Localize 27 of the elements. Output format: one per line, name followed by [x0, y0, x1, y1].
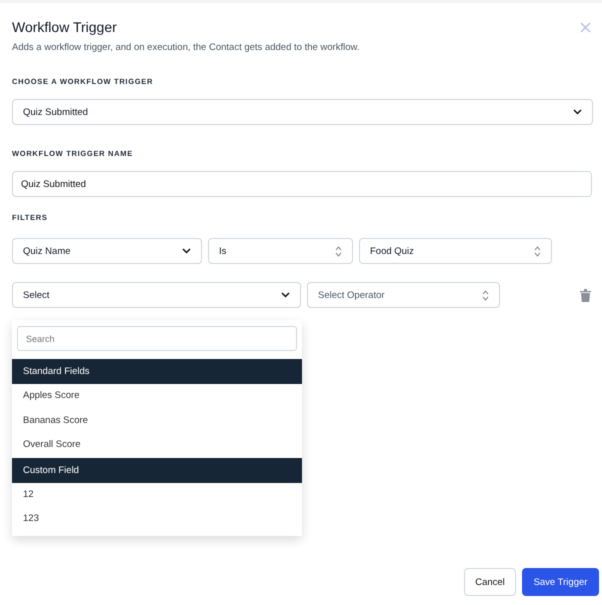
dropdown-option[interactable]: Overall Score — [12, 433, 302, 458]
dropdown-option[interactable]: Apples Score — [12, 384, 302, 408]
cancel-button[interactable]: Cancel — [464, 568, 516, 596]
dropdown-option[interactable]: 12 — [12, 482, 302, 507]
dialog-subtitle: Adds a workflow trigger, and on execution, the Contact gets added to the workflow. — [12, 42, 360, 53]
group-header: Standard Fields — [12, 359, 302, 384]
save-button[interactable]: Save Trigger — [522, 568, 599, 596]
trigger-name-input[interactable]: Quiz Submitted — [12, 171, 592, 197]
dialog-title: Workflow Trigger — [12, 19, 118, 35]
group-header: Custom Field — [12, 458, 302, 482]
filter-select[interactable]: Quiz Name — [12, 238, 202, 264]
sort-arrows-icon — [335, 246, 342, 256]
close-icon[interactable] — [580, 22, 591, 33]
sort-arrows-icon — [482, 290, 489, 300]
trash-icon[interactable] — [580, 288, 591, 302]
chevron-down-icon — [182, 248, 191, 254]
trigger-select[interactable]: Quiz Submitted — [12, 99, 593, 125]
filter-select[interactable]: Is — [208, 238, 353, 264]
chevron-down-icon — [281, 292, 290, 298]
chevron-down-icon — [573, 109, 582, 115]
filter-select[interactable]: Select — [12, 282, 301, 308]
dropdown-option[interactable]: 123 — [12, 507, 302, 532]
dropdown-option[interactable]: Bananas Score — [12, 408, 302, 433]
search-field[interactable]: Search — [17, 326, 297, 351]
sort-arrows-icon — [534, 246, 541, 256]
filter-select[interactable]: Select Operator — [307, 282, 500, 308]
filter-select[interactable]: Food Quiz — [359, 238, 552, 264]
